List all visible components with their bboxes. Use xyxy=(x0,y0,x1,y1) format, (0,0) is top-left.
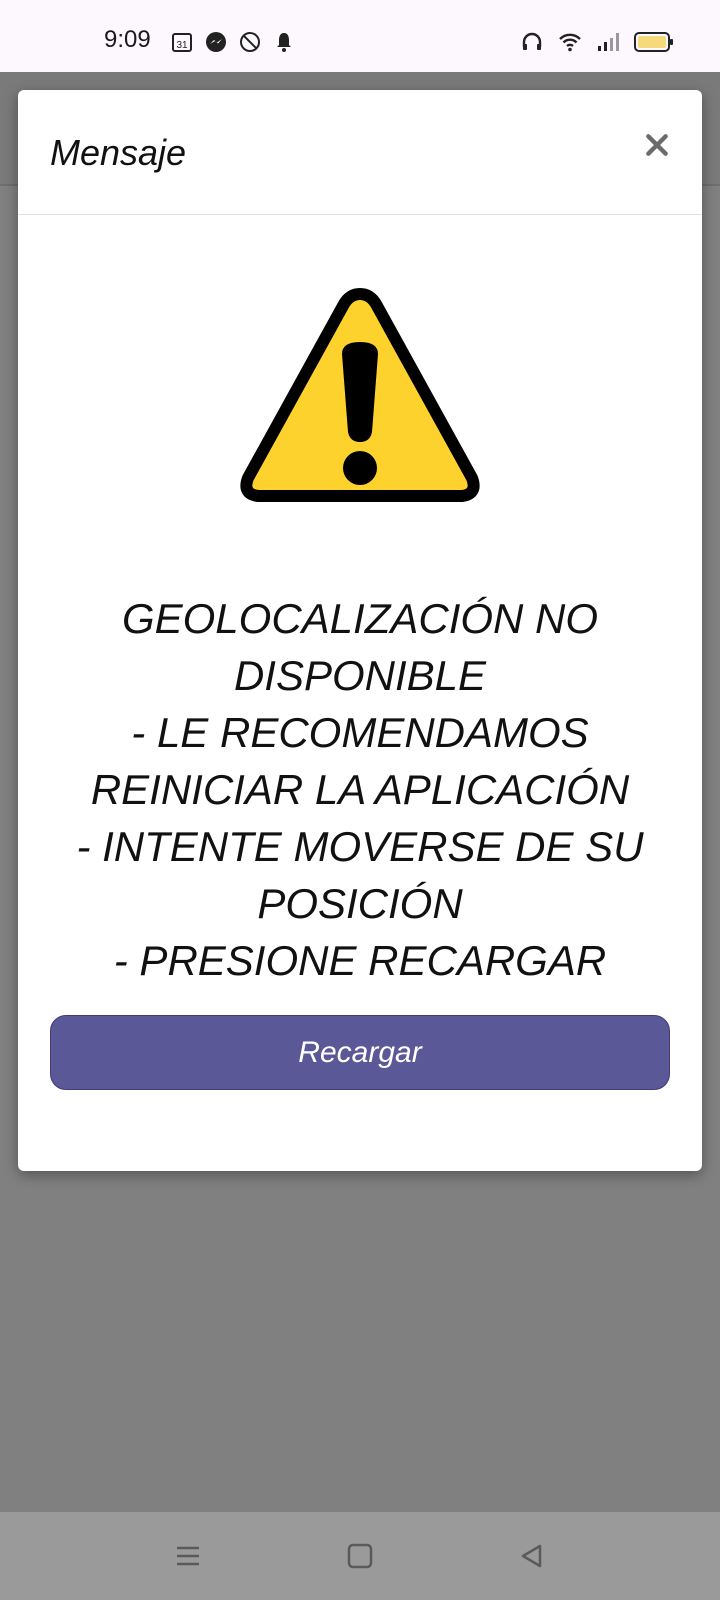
messenger-icon xyxy=(204,30,228,54)
home-icon[interactable] xyxy=(338,1534,382,1578)
battery-icon xyxy=(634,31,674,53)
status-bar: 9:09 31 xyxy=(0,0,720,72)
reload-button[interactable]: Recargar xyxy=(50,1015,670,1090)
headphones-icon xyxy=(520,30,544,54)
do-not-disturb-icon xyxy=(238,30,262,54)
dialog-message: GEOLOCALIZACIÓN NO DISPONIBLE - LE RECOM… xyxy=(76,595,644,984)
dialog-title: Mensaje xyxy=(50,132,187,173)
close-icon xyxy=(646,134,668,156)
dialog-header: Mensaje xyxy=(18,90,702,215)
battery-fill xyxy=(638,36,666,48)
message-dialog: Mensaje GEOLOCALIZACIÓN NO DISPONIBLE - … xyxy=(18,90,702,1171)
menu-icon[interactable] xyxy=(166,1534,210,1578)
wifi-icon xyxy=(558,30,582,54)
calendar-day: 31 xyxy=(176,40,188,51)
notification-bell-icon xyxy=(272,30,296,54)
cell-signal-icon xyxy=(596,30,620,54)
status-left-icons: 31 xyxy=(170,30,296,54)
navigation-bar xyxy=(0,1512,720,1600)
close-button[interactable] xyxy=(640,128,674,162)
warning-triangle-icon xyxy=(236,282,484,508)
status-time: 9:09 xyxy=(104,26,151,53)
status-right-icons xyxy=(520,30,674,54)
calendar-icon: 31 xyxy=(170,30,194,54)
back-icon[interactable] xyxy=(510,1534,554,1578)
